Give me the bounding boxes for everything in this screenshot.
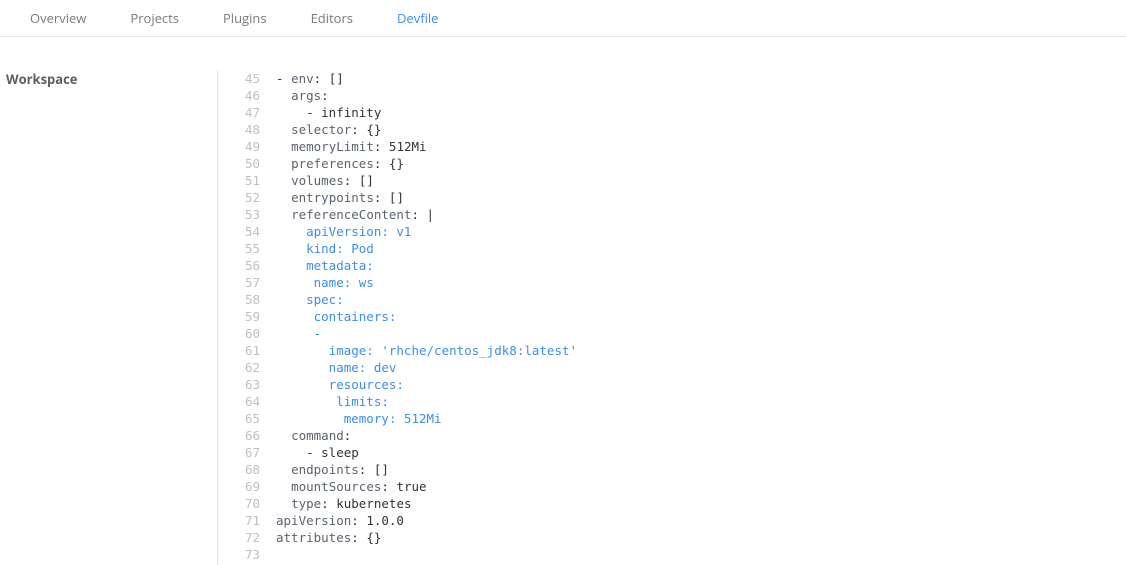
line-number: 68 [218, 461, 260, 478]
line-number: 72 [218, 529, 260, 546]
code-line[interactable] [276, 546, 1126, 563]
line-number: 52 [218, 189, 260, 206]
code-line[interactable]: image: 'rhche/centos_jdk8:latest' [276, 342, 1126, 359]
line-number: 46 [218, 87, 260, 104]
tab-projects[interactable]: Projects [108, 0, 201, 36]
code-line[interactable]: containers: [276, 308, 1126, 325]
line-number: 56 [218, 257, 260, 274]
code-line[interactable]: attributes: {} [276, 529, 1126, 546]
line-number: 58 [218, 291, 260, 308]
line-number: 45 [218, 70, 260, 87]
code-line[interactable]: kind: Pod [276, 240, 1126, 257]
code-line[interactable]: limits: [276, 393, 1126, 410]
line-number: 65 [218, 410, 260, 427]
code-line[interactable]: referenceContent: | [276, 206, 1126, 223]
code-line[interactable]: name: ws [276, 274, 1126, 291]
line-number: 66 [218, 427, 260, 444]
line-number: 71 [218, 512, 260, 529]
code-line[interactable]: memory: 512Mi [276, 410, 1126, 427]
line-number: 49 [218, 138, 260, 155]
code-line[interactable]: type: kubernetes [276, 495, 1126, 512]
line-number: 69 [218, 478, 260, 495]
tab-editors[interactable]: Editors [289, 0, 375, 36]
line-number: 64 [218, 393, 260, 410]
line-number: 54 [218, 223, 260, 240]
line-number: 57 [218, 274, 260, 291]
code-line[interactable]: resources: [276, 376, 1126, 393]
content-area: Workspace 454647484950515253545556575859… [0, 70, 1126, 565]
line-number: 63 [218, 376, 260, 393]
line-number: 48 [218, 121, 260, 138]
tab-plugins[interactable]: Plugins [201, 0, 289, 36]
line-number: 59 [218, 308, 260, 325]
line-number: 55 [218, 240, 260, 257]
devfile-editor[interactable]: 4546474849505152535455565758596061626364… [217, 70, 1126, 565]
line-number: 62 [218, 359, 260, 376]
section-heading-workspace: Workspace [0, 70, 217, 565]
tab-bar: Overview Projects Plugins Editors Devfil… [0, 0, 1126, 37]
code-line[interactable]: mountSources: true [276, 478, 1126, 495]
code-line[interactable]: - env: [] [276, 70, 1126, 87]
code-line[interactable]: spec: [276, 291, 1126, 308]
line-number: 51 [218, 172, 260, 189]
tab-overview[interactable]: Overview [8, 0, 108, 36]
tab-devfile[interactable]: Devfile [375, 0, 460, 36]
code-line[interactable]: - [276, 325, 1126, 342]
code-line[interactable]: apiVersion: v1 [276, 223, 1126, 240]
code-line[interactable]: - sleep [276, 444, 1126, 461]
line-number: 61 [218, 342, 260, 359]
code-line[interactable]: selector: {} [276, 121, 1126, 138]
editor-code[interactable]: - env: [] args: - infinity selector: {} … [270, 70, 1126, 565]
line-number: 50 [218, 155, 260, 172]
code-line[interactable]: entrypoints: [] [276, 189, 1126, 206]
code-line[interactable]: - infinity [276, 104, 1126, 121]
code-line[interactable]: args: [276, 87, 1126, 104]
code-line[interactable]: volumes: [] [276, 172, 1126, 189]
code-line[interactable]: preferences: {} [276, 155, 1126, 172]
code-line[interactable]: name: dev [276, 359, 1126, 376]
code-line[interactable]: command: [276, 427, 1126, 444]
editor-gutter: 4546474849505152535455565758596061626364… [218, 70, 270, 565]
code-line[interactable]: apiVersion: 1.0.0 [276, 512, 1126, 529]
line-number: 73 [218, 546, 260, 563]
line-number: 53 [218, 206, 260, 223]
code-line[interactable]: memoryLimit: 512Mi [276, 138, 1126, 155]
line-number: 60 [218, 325, 260, 342]
code-line[interactable]: endpoints: [] [276, 461, 1126, 478]
line-number: 67 [218, 444, 260, 461]
line-number: 70 [218, 495, 260, 512]
code-line[interactable]: metadata: [276, 257, 1126, 274]
line-number: 47 [218, 104, 260, 121]
